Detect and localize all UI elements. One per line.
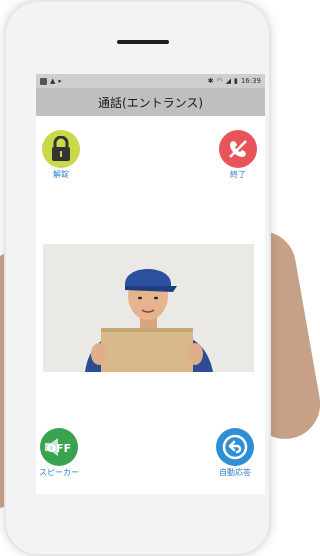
unlock-circle[interactable] xyxy=(42,130,80,168)
end-label: 終了 xyxy=(230,170,246,179)
end-call-button[interactable]: 終了 xyxy=(219,130,257,180)
auto-answer-button[interactable]: 自動応答 xyxy=(216,428,254,478)
status-time: 16:39 xyxy=(240,77,261,85)
video-feed xyxy=(43,244,254,372)
end-circle[interactable] xyxy=(219,130,257,168)
wifi-icon: ◠ xyxy=(216,77,223,85)
speaker-label: スピーカー xyxy=(39,468,79,477)
page-title: 通話(エントランス) xyxy=(97,95,204,110)
title-bar: 通話(エントランス) xyxy=(36,88,265,116)
notification-icon: ▸ xyxy=(58,77,62,85)
image-icon xyxy=(40,77,47,85)
phone-frame: ▲ ▸ ✱ ◠ ◢ ▮ 16:39 通話(エントランス) 解錠 終了 OFF ス… xyxy=(4,0,271,556)
warning-icon: ▲ xyxy=(50,77,56,85)
battery-icon: ▮ xyxy=(233,77,238,85)
status-bar: ▲ ▸ ✱ ◠ ◢ ▮ 16:39 xyxy=(36,74,265,88)
lock-icon xyxy=(52,136,70,161)
auto-answer-circle[interactable] xyxy=(216,428,254,466)
bluetooth-icon: ✱ xyxy=(207,77,214,85)
hang-up-phone-icon xyxy=(229,140,247,158)
reply-icon xyxy=(222,434,248,460)
unlock-button[interactable]: 解錠 xyxy=(42,130,80,180)
speaker-off-icon: OFF xyxy=(45,438,71,456)
visitor-image xyxy=(43,244,254,372)
app-screen: ▲ ▸ ✱ ◠ ◢ ▮ 16:39 通話(エントランス) 解錠 終了 OFF ス… xyxy=(36,74,265,494)
signal-icon: ◢ xyxy=(225,77,231,85)
phone-earpiece xyxy=(117,40,169,44)
speaker-state-text: OFF xyxy=(47,442,71,455)
speaker-circle[interactable]: OFF xyxy=(40,428,78,466)
unlock-label: 解錠 xyxy=(53,170,69,179)
speaker-button[interactable]: OFF スピーカー xyxy=(39,428,79,478)
auto-answer-label: 自動応答 xyxy=(219,468,251,477)
